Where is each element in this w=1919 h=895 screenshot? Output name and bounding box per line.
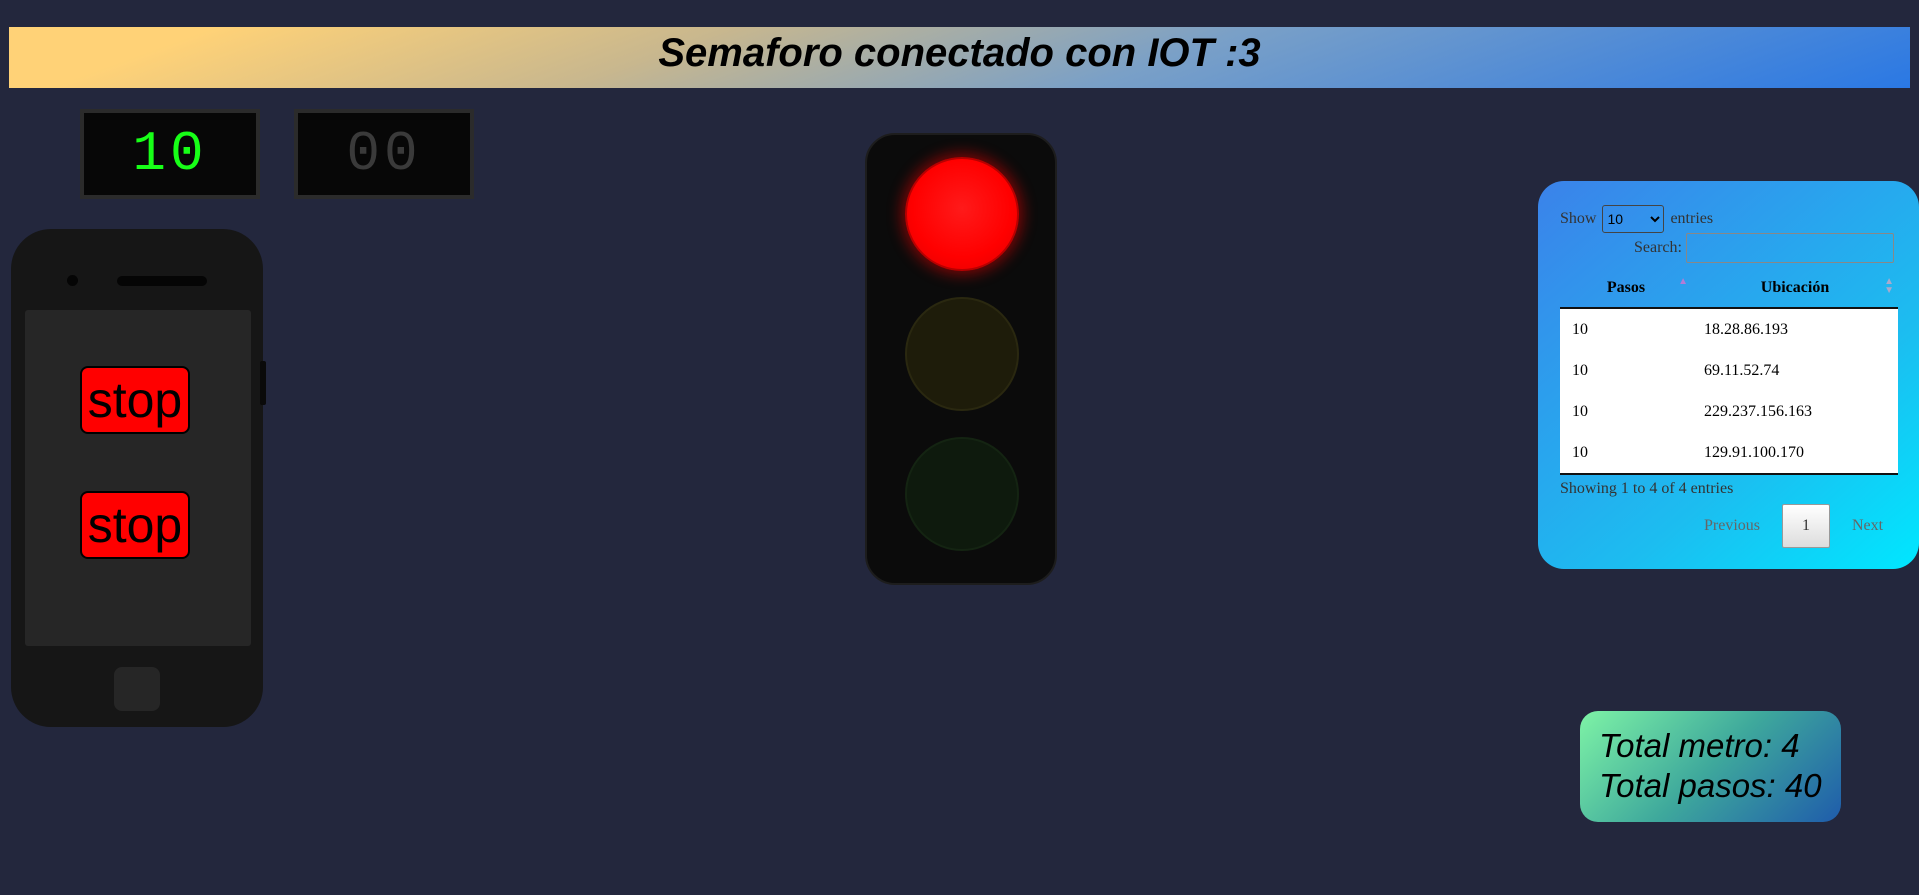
cell-pasos: 10 <box>1560 308 1692 350</box>
show-label: Show <box>1560 210 1597 227</box>
previous-button[interactable]: Previous <box>1682 517 1782 535</box>
timer-display-secondary: 00 <box>294 109 474 199</box>
speaker-icon <box>117 276 207 286</box>
column-label: Ubicación <box>1760 279 1830 296</box>
total-metro: Total metro: 4 <box>1599 727 1800 764</box>
sort-both-icon: ▲ ▼ <box>1884 276 1894 296</box>
search-label: Search: <box>1634 239 1682 256</box>
phone-screen: stop stop <box>25 310 251 646</box>
search-input[interactable] <box>1685 233 1894 263</box>
entries-label: entries <box>1670 210 1714 227</box>
sort-asc-icon: ▲ <box>1678 276 1688 287</box>
next-button[interactable]: Next <box>1830 517 1905 535</box>
camera-icon <box>67 275 78 286</box>
page-title: Semaforo conectado con IOT :3 <box>658 31 1261 75</box>
page-length-control: Show 10 25 50 100 entries <box>1560 205 1713 233</box>
cell-ubicacion: 69.11.52.74 <box>1692 350 1898 391</box>
total-pasos: Total pasos: 40 <box>1599 767 1822 804</box>
stop-button-2[interactable]: stop <box>80 491 190 559</box>
green-light <box>905 437 1019 551</box>
table-row: 10 69.11.52.74 <box>1560 350 1898 391</box>
timer-display-primary: 10 <box>80 109 260 199</box>
cell-ubicacion: 129.91.100.170 <box>1692 432 1898 475</box>
table-info: Showing 1 to 4 of 4 entries <box>1560 480 1734 497</box>
table-row: 10 229.237.156.163 <box>1560 391 1898 432</box>
page-button-1[interactable]: 1 <box>1782 504 1830 548</box>
header-banner: Semaforo conectado con IOT :3 <box>9 27 1910 88</box>
cell-ubicacion: 18.28.86.193 <box>1692 308 1898 350</box>
cell-pasos: 10 <box>1560 350 1692 391</box>
cell-pasos: 10 <box>1560 432 1692 475</box>
stop-button-1[interactable]: stop <box>80 366 190 434</box>
column-header-pasos[interactable]: Pasos ▲ <box>1560 269 1692 309</box>
table-row: 10 18.28.86.193 <box>1560 308 1898 350</box>
phone-mockup: stop stop <box>11 229 266 727</box>
data-table-card: Show 10 25 50 100 entries Search: Pasos … <box>1538 181 1919 569</box>
home-button <box>114 667 160 711</box>
phone-side-button <box>260 361 266 405</box>
search-control: Search: <box>1634 233 1894 263</box>
traffic-light <box>865 133 1057 585</box>
steps-table: Pasos ▲ Ubicación ▲ ▼ 10 18.28.86.193 10 … <box>1560 269 1898 475</box>
page-size-select[interactable]: 10 25 50 100 <box>1602 205 1665 233</box>
table-row: 10 129.91.100.170 <box>1560 432 1898 475</box>
pagination: Previous 1 Next <box>1682 504 1905 548</box>
totals-card: Total metro: 4 Total pasos: 40 <box>1580 711 1841 822</box>
yellow-light <box>905 297 1019 411</box>
red-light <box>905 157 1019 271</box>
cell-ubicacion: 229.237.156.163 <box>1692 391 1898 432</box>
column-header-ubicacion[interactable]: Ubicación ▲ ▼ <box>1692 269 1898 309</box>
column-label: Pasos <box>1606 279 1646 296</box>
cell-pasos: 10 <box>1560 391 1692 432</box>
